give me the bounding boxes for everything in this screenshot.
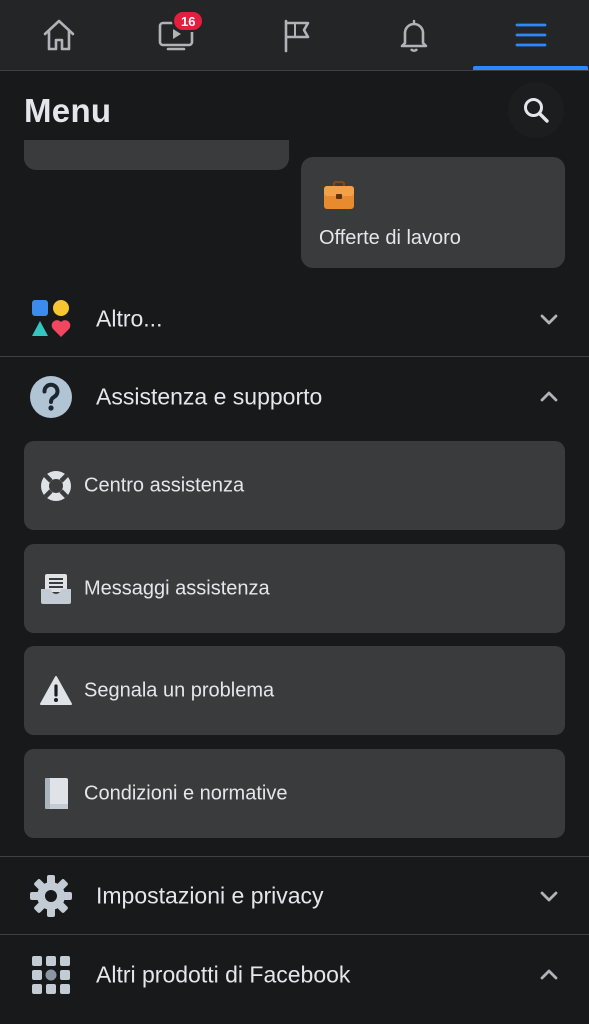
book-icon xyxy=(38,776,74,812)
shortcut-jobs-label: Offerte di lavoro xyxy=(319,227,461,249)
nav-notifications[interactable] xyxy=(355,0,472,70)
section-help-label: Assistenza e supporto xyxy=(96,383,323,410)
home-icon xyxy=(43,19,74,51)
search-button[interactable] xyxy=(508,82,564,138)
help-item-label: Condizioni e normative xyxy=(84,782,288,804)
section-settings-label: Impostazioni e privacy xyxy=(96,882,324,909)
help-item-support-inbox[interactable]: Messaggi assistenza xyxy=(24,544,565,633)
watch-notification-badge: 16 xyxy=(172,10,205,32)
help-item-help-center[interactable]: Centro assistenza xyxy=(24,441,565,530)
section-divider xyxy=(0,934,589,935)
chevron-down-icon xyxy=(540,314,558,325)
chevron-down-icon xyxy=(540,891,558,902)
section-products[interactable]: Altri prodotti di Facebook xyxy=(0,936,589,1014)
shortcut-card-jobs[interactable]: Offerte di lavoro xyxy=(301,157,565,268)
search-icon xyxy=(524,98,549,123)
top-navigation-bar: 16 xyxy=(0,0,589,71)
grid-icon xyxy=(28,952,74,998)
gear-icon xyxy=(28,873,74,919)
section-settings[interactable]: Impostazioni e privacy xyxy=(0,857,589,935)
nav-watch[interactable] xyxy=(117,0,234,70)
shapes-icon xyxy=(28,296,74,342)
shortcut-card-partial[interactable] xyxy=(24,140,289,170)
pages-flag-icon xyxy=(284,19,309,53)
nav-home[interactable] xyxy=(0,0,117,70)
section-products-label: Altri prodotti di Facebook xyxy=(96,961,351,988)
warning-icon xyxy=(38,673,74,709)
chevron-up-icon xyxy=(540,391,558,402)
help-item-label: Segnala un problema xyxy=(84,679,275,701)
page-title: Menu xyxy=(24,92,112,129)
notifications-bell-icon xyxy=(400,19,427,52)
menu-hamburger-icon xyxy=(515,23,546,47)
help-item-label: Messaggi assistenza xyxy=(84,577,270,599)
briefcase-icon xyxy=(323,180,355,216)
help-item-report-problem[interactable]: Segnala un problema xyxy=(24,646,565,735)
lifebuoy-icon xyxy=(38,468,74,504)
section-more-label: Altro... xyxy=(96,305,163,332)
section-help[interactable]: Assistenza e supporto xyxy=(0,358,589,436)
chevron-up-icon xyxy=(540,969,558,980)
nav-menu[interactable] xyxy=(472,0,589,70)
question-circle-icon xyxy=(28,374,74,420)
section-more[interactable]: Altro... xyxy=(0,280,589,358)
section-divider xyxy=(0,356,589,357)
nav-pages[interactable] xyxy=(237,0,354,70)
inbox-icon xyxy=(38,571,74,607)
help-item-label: Centro assistenza xyxy=(84,474,245,496)
help-item-terms[interactable]: Condizioni e normative xyxy=(24,749,565,838)
